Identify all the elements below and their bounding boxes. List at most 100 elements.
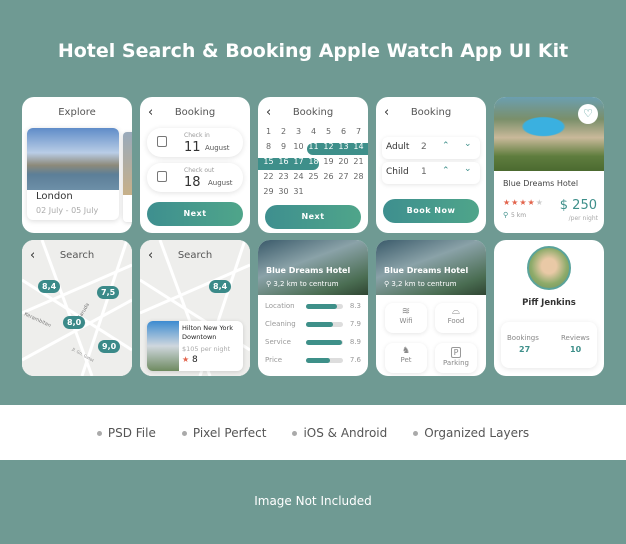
bookings-count: 27 [519,345,531,354]
calendar-day[interactable]: 16 [276,157,291,166]
distance: ⚲ 3,2 km to centrum [384,280,457,288]
next-button[interactable]: Next [147,202,243,226]
rating-label: Cleaning [265,320,296,328]
book-now-button[interactable]: Book Now [383,199,479,223]
calendar-day[interactable]: 12 [321,142,336,151]
hotel-card-screen[interactable]: ♡ Blue Dreams Hotel ★★★★★ ⚲ 5 km $ 250 /… [494,97,604,233]
calendar-day[interactable]: 24 [291,172,306,181]
increment-icon[interactable]: ⌃ [442,166,450,176]
amenity-pet[interactable]: ♞ Pet [385,343,427,373]
london-image [27,128,119,190]
city-name: London [36,191,73,202]
star-icon: ★ [503,198,512,207]
location-pin-icon: ⚲ [503,211,509,219]
checkout-day: 18 [184,175,201,190]
hotel-result-card[interactable]: Hilton New York Downtown $105 per night … [147,321,243,371]
adult-label: Adult [386,142,410,152]
rating-value: 8.9 [349,338,361,346]
avatar[interactable] [527,246,571,290]
calendar-day[interactable]: 5 [321,127,336,136]
bookings-label: Bookings [507,334,539,342]
calendar-day[interactable]: 28 [351,172,366,181]
calendar-day[interactable]: 10 [291,142,306,151]
favorite-heart-icon[interactable]: ♡ [578,104,598,124]
star-icon: ★ [182,355,190,364]
calendar-day[interactable]: 26 [321,172,336,181]
calendar-day[interactable]: 1 [261,127,276,136]
star-icon: ★ [535,198,544,207]
rating-value: 8.3 [349,302,361,310]
amenity-label: Food [447,317,465,325]
next-button[interactable]: Next [265,205,361,229]
calendar-day[interactable]: 17 [291,157,306,166]
calendar-day[interactable]: 7 [351,127,366,136]
screen-header: Booking [410,107,452,118]
screen-header: Search [177,250,213,261]
checkin-field[interactable]: Check in 11 August [147,128,243,157]
checkout-label: Check out [184,167,215,174]
calendar-day[interactable]: 2 [276,127,291,136]
calendar-day[interactable]: 3 [291,127,306,136]
hotel-marker[interactable]: 8,4 [38,280,61,293]
destination-card[interactable]: London 02 July - 05 July [27,128,119,220]
calendar-icon [157,171,167,182]
calendar-day[interactable]: 19 [321,157,336,166]
next-destination-card[interactable] [123,132,132,222]
calendar-day[interactable]: 27 [336,172,351,181]
hotel-marker[interactable]: 7,5 [97,286,120,299]
checkout-field[interactable]: Check out 18 August [147,163,243,192]
checkin-day: 11 [184,140,201,155]
hotel-image: Blue Dreams Hotel ⚲ 3,2 km to centrum [376,240,486,295]
guests-screen: ‹ Booking Adult 2 ⌃ ⌄ Child 1 ⌃ ⌄ Book N… [376,97,486,233]
trip-dates: 02 July - 05 July [36,206,99,215]
calendar-day[interactable]: 23 [276,172,291,181]
calendar-day[interactable]: 14 [351,142,366,151]
increment-icon[interactable]: ⌃ [442,141,450,151]
decrement-icon[interactable]: ⌄ [464,164,472,174]
page-title: Hotel Search & Booking Apple Watch App U… [57,40,569,62]
map-result-screen: ‹ Search 8,4 Hilton New York Downtown $1… [140,240,250,376]
map-search-screen: Kerambitan Garuda Jl. Gn. Gatot ‹ Search… [22,240,132,376]
feature-item: Pixel Perfect [182,426,267,440]
calendar-day[interactable]: 11 [306,142,321,151]
hotel-marker[interactable]: 8,4 [209,280,232,293]
stats-panel: Bookings 27 Reviews 10 [501,322,597,368]
profile-screen: Piff Jenkins Bookings 27 Reviews 10 [494,240,604,376]
reviews-count: 10 [570,345,582,354]
calendar-day[interactable]: 30 [276,187,291,196]
hotel-marker[interactable]: 9,0 [98,340,121,353]
per-night: /per night [568,215,598,222]
screen-header: Search [59,250,95,261]
hotel-name: Blue Dreams Hotel [266,266,351,275]
calendar-day[interactable]: 13 [336,142,351,151]
calendar-day[interactable]: 31 [291,187,306,196]
food-cloche-icon: ⌓ [452,306,460,317]
calendar-day[interactable]: 6 [336,127,351,136]
reviews-label: Reviews [561,334,590,342]
amenity-wifi[interactable]: ≋ Wifi [385,303,427,333]
calendar-day[interactable]: 21 [351,157,366,166]
hotel-marker[interactable]: 8,0 [63,316,86,329]
calendar-day[interactable]: 9 [276,142,291,151]
calendar-day[interactable]: 4 [306,127,321,136]
calendar-day[interactable]: 20 [336,157,351,166]
calendar-day[interactable]: 18 [306,157,321,166]
rating-label: Location [265,302,295,310]
decrement-icon[interactable]: ⌄ [464,139,472,149]
star-icon: ★ [519,198,528,207]
calendar-day[interactable]: 15 [261,157,276,166]
amenity-label: Pet [400,356,412,364]
feature-item: iOS & Android [292,426,387,440]
calendar-day[interactable]: 22 [261,172,276,181]
footer-note: Image Not Included [254,494,372,508]
amenity-label: Parking [443,359,469,367]
calendar-day[interactable]: 8 [261,142,276,151]
rating-bar [306,340,343,345]
rating-bar [306,304,343,309]
amenity-label: Wifi [399,317,413,325]
amenity-parking[interactable]: P Parking [435,343,477,373]
calendar-day[interactable]: 25 [306,172,321,181]
calendar-day[interactable]: 29 [261,187,276,196]
feature-item: PSD File [97,426,156,440]
amenity-food[interactable]: ⌓ Food [435,303,477,333]
